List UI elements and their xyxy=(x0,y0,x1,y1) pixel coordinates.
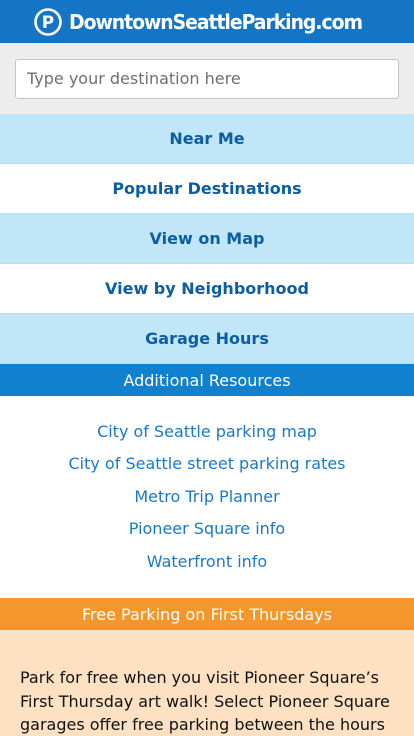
link-pioneer-square-info[interactable]: Pioneer Square info xyxy=(0,513,414,545)
promo-body: Park for free when you visit Pioneer Squ… xyxy=(0,630,414,736)
nav-view-on-map[interactable]: View on Map xyxy=(0,214,414,264)
site-name: DowntownSeattleParking.com xyxy=(69,9,363,34)
main-nav: Near Me Popular Destinations View on Map… xyxy=(0,114,414,364)
link-city-parking-map[interactable]: City of Seattle parking map xyxy=(0,416,414,448)
nav-view-by-neighborhood[interactable]: View by Neighborhood xyxy=(0,264,414,314)
parking-p-icon: P xyxy=(34,7,62,36)
page: P DowntownSeattleParking.com Near Me Pop… xyxy=(0,0,414,736)
search-bar xyxy=(0,43,414,114)
destination-search-input[interactable] xyxy=(15,58,399,99)
nav-garage-hours[interactable]: Garage Hours xyxy=(0,314,414,364)
site-logo[interactable]: P DowntownSeattleParking.com xyxy=(33,7,381,37)
additional-resources-heading: Additional Resources xyxy=(0,364,414,396)
link-street-parking-rates[interactable]: City of Seattle street parking rates xyxy=(0,448,414,480)
nav-near-me[interactable]: Near Me xyxy=(0,114,414,164)
nav-popular-destinations[interactable]: Popular Destinations xyxy=(0,164,414,214)
resources-list: City of Seattle parking map City of Seat… xyxy=(0,396,414,598)
link-metro-trip-planner[interactable]: Metro Trip Planner xyxy=(0,481,414,513)
site-header: P DowntownSeattleParking.com xyxy=(0,0,414,43)
logo-letter: P xyxy=(42,13,54,33)
link-waterfront-info[interactable]: Waterfront info xyxy=(0,546,414,578)
promo-heading: Free Parking on First Thursdays xyxy=(0,598,414,630)
